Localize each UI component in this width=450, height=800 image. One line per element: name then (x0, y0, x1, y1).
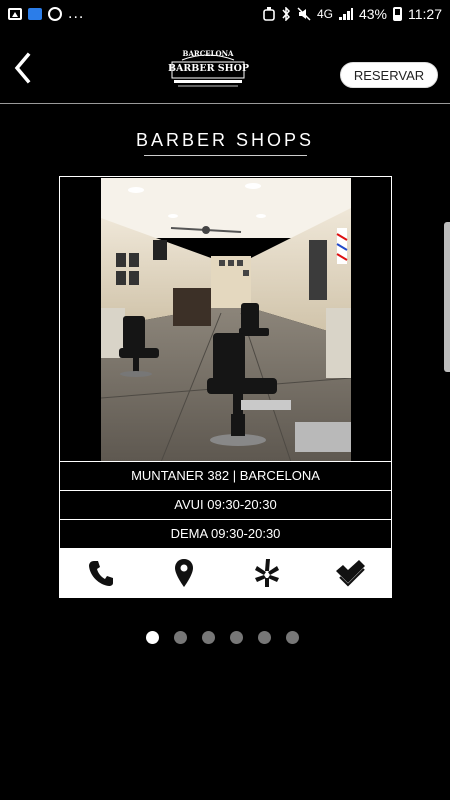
barber-shop-logo: BARCELONA BARBER SHOP (168, 46, 250, 90)
battery-icon (393, 7, 402, 21)
call-button[interactable] (83, 555, 119, 591)
carousel-pagination (146, 631, 299, 644)
alarm-icon (263, 7, 275, 21)
foursquare-icon (335, 560, 365, 587)
back-button[interactable] (10, 50, 38, 86)
page-dot-2[interactable] (174, 631, 187, 644)
page-title: BARBER SHOPS (135, 130, 315, 150)
clock: 11:27 (408, 6, 442, 22)
page-dot-3[interactable] (202, 631, 215, 644)
reserve-button[interactable]: RESERVAR (340, 62, 438, 88)
edge-panel-handle[interactable] (444, 222, 450, 372)
logo-main-text: BARBER SHOP (168, 63, 250, 74)
map-pin-icon (175, 559, 194, 587)
network-type: 4G (316, 7, 333, 21)
battery-percent: 43% (358, 6, 387, 22)
tomorrow-hours: DEMA 09:30-20:30 (60, 519, 391, 547)
app-notification-icon (28, 8, 42, 20)
logo-top-text: BARCELONA (182, 49, 234, 58)
status-bar: ... 4G 43% 11:27 (0, 0, 450, 28)
status-left: ... (8, 5, 84, 23)
phone-icon (89, 561, 114, 586)
location-button[interactable] (166, 555, 202, 591)
status-right: 4G 43% 11:27 (263, 6, 442, 22)
globe-icon (48, 7, 62, 21)
title-underline (144, 155, 307, 156)
signal-icon (338, 8, 353, 20)
app-header: BARCELONA BARBER SHOP RESERVAR (0, 28, 450, 104)
yelp-icon (254, 559, 279, 587)
page-dot-4[interactable] (230, 631, 243, 644)
gallery-icon (8, 8, 22, 20)
more-notifications-icon: ... (68, 5, 85, 22)
shop-address: MUNTANER 382 | BARCELONA (60, 461, 391, 489)
page-dot-6[interactable] (286, 631, 299, 644)
yelp-button[interactable] (249, 555, 285, 591)
page-dot-1[interactable] (146, 631, 159, 644)
shop-actions (60, 548, 391, 598)
chevron-left-icon (14, 52, 31, 84)
today-hours: AVUI 09:30-20:30 (60, 490, 391, 518)
bluetooth-icon (282, 7, 290, 21)
shop-photo (101, 178, 351, 462)
shop-card[interactable]: MUNTANER 382 | BARCELONA AVUI 09:30-20:3… (59, 176, 392, 598)
page-dot-5[interactable] (258, 631, 271, 644)
mute-icon (297, 7, 311, 21)
foursquare-button[interactable] (332, 555, 368, 591)
